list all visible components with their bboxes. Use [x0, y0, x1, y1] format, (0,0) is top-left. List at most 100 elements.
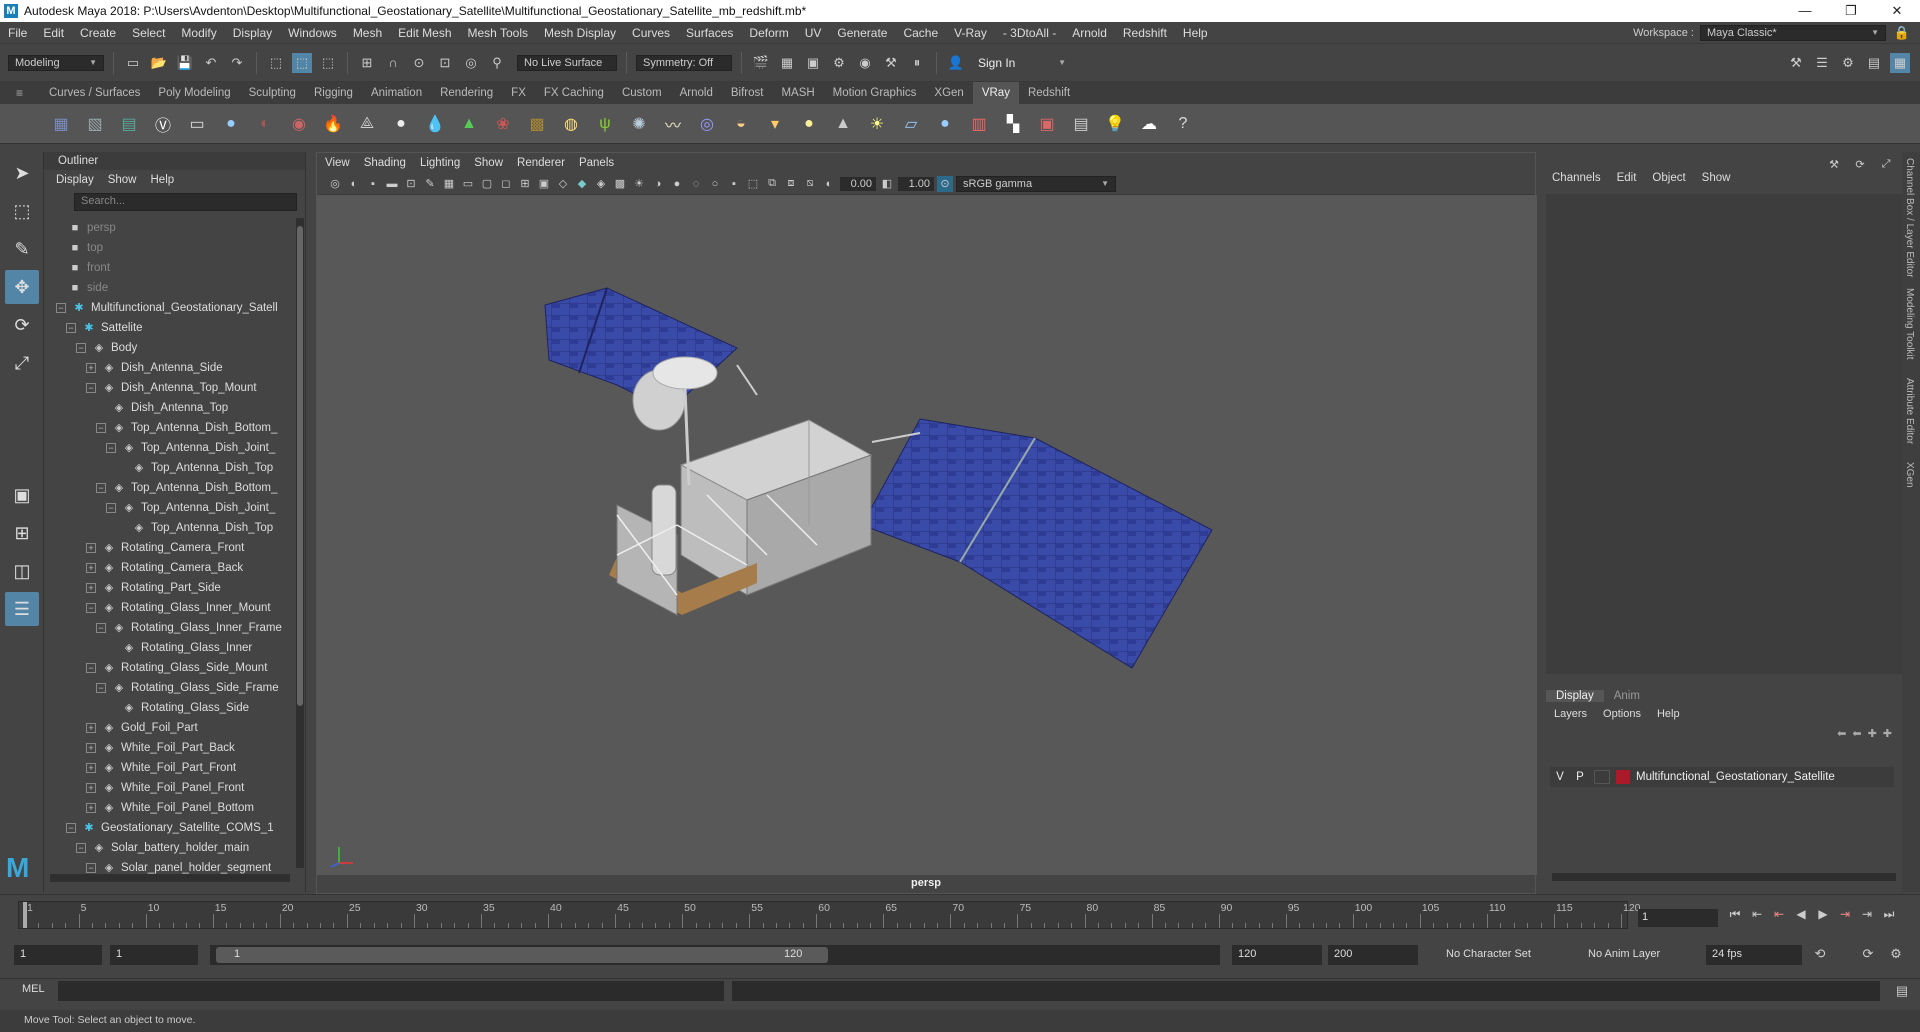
menu-modify[interactable]: Modify [173, 26, 224, 40]
modeling-toolkit-icon[interactable]: ⚒ [1786, 53, 1806, 73]
vray-disc-icon[interactable]: ● [794, 109, 824, 139]
outliner-row[interactable]: ◈ Top_Antenna_Dish_Top [44, 518, 294, 538]
outliner-search-input[interactable]: Search... [74, 193, 297, 211]
viewport-menu-lighting[interactable]: Lighting [420, 157, 460, 169]
vray-logo-icon[interactable]: Ⓥ [148, 109, 178, 139]
viewport-menu-renderer[interactable]: Renderer [517, 157, 565, 169]
step-forward-key-icon[interactable]: ⇥ [1858, 907, 1876, 922]
outliner-row[interactable]: ■ persp [44, 218, 294, 238]
select-tool-icon[interactable]: ➤ [5, 156, 39, 190]
shelf-tab-rendering[interactable]: Rendering [431, 82, 502, 104]
lasso-tool-icon[interactable]: ⬚ [5, 194, 39, 228]
vray-water-icon[interactable]: 💧 [420, 109, 450, 139]
wireframe-icon[interactable]: ◇ [555, 176, 571, 192]
new-scene-icon[interactable]: ▭ [123, 53, 143, 73]
expand-toggle-icon[interactable]: + [86, 562, 96, 573]
outliner-row[interactable]: + ◈ Rotating_Part_Side [44, 578, 294, 598]
new-layer-selected-icon[interactable]: ✚ [1883, 727, 1892, 740]
2d-pan-zoom-icon[interactable]: ⊡ [403, 176, 419, 192]
vray-gear-icon[interactable]: ✺ [624, 109, 654, 139]
step-forward-frame-icon[interactable]: ⇥ [1836, 907, 1854, 922]
select-hierarchy-icon[interactable]: ⬚ [266, 53, 286, 73]
live-surface-dropdown[interactable]: No Live Surface [517, 54, 617, 71]
expand-toggle-icon[interactable]: + [86, 542, 96, 553]
vray-fur-icon[interactable]: ❀ [488, 109, 518, 139]
vray-table-icon[interactable]: ▤ [1066, 109, 1096, 139]
expand-toggle-icon[interactable]: − [106, 442, 116, 453]
bookmark-icon[interactable]: ▪ [365, 176, 381, 192]
vray-sphere-icon[interactable]: ● [216, 109, 246, 139]
expand-toggle-icon[interactable]: − [86, 662, 96, 673]
render-settings-icon[interactable]: ⚙ [829, 53, 849, 73]
outliner-row[interactable]: ◈ Top_Antenna_Dish_Top [44, 458, 294, 478]
layer-tab-anim[interactable]: Anim [1604, 690, 1650, 702]
outliner-menu-help[interactable]: Help [151, 174, 175, 186]
isolate-select-icon[interactable]: ● [669, 176, 685, 192]
symmetry-dropdown[interactable]: Symmetry: Off [636, 54, 732, 71]
vray-objects-icon[interactable]: ▦ [46, 109, 76, 139]
outliner-row[interactable]: − ◈ Top_Antenna_Dish_Bottom_ [44, 418, 294, 438]
expand-toggle-icon[interactable]: − [96, 682, 106, 693]
menu-mesh-tools[interactable]: Mesh Tools [460, 26, 536, 40]
help-icon[interactable]: ? [1168, 109, 1198, 139]
render-view-icon[interactable]: 🎬 [751, 53, 771, 73]
aa-icon[interactable]: ⬚ [745, 176, 761, 192]
sign-in-button[interactable]: Sign In ▼ [972, 54, 1072, 71]
expand-toggle-icon[interactable]: + [86, 742, 96, 753]
minimize-button[interactable]: — [1782, 3, 1828, 19]
layer-row[interactable]: V P Multifunctional_Geostationary_Satell… [1550, 767, 1894, 787]
backface-culling-icon[interactable]: ▪ [726, 176, 742, 192]
resolution-gate-icon[interactable]: ▢ [479, 176, 495, 192]
shelf-tab-sculpting[interactable]: Sculpting [240, 82, 305, 104]
layer-reference-toggle[interactable] [1594, 770, 1610, 784]
channel-box-refresh-icon[interactable]: ⟳ [1850, 154, 1870, 174]
grid-icon[interactable]: ▦ [441, 176, 457, 192]
animation-end-field[interactable]: 200 [1328, 945, 1418, 965]
menu-cache[interactable]: Cache [895, 26, 946, 40]
two-pane-layout-icon[interactable]: ◫ [5, 554, 39, 588]
shelf-tab-mash[interactable]: MASH [772, 82, 823, 104]
vray-ball-icon[interactable]: ● [930, 109, 960, 139]
expand-toggle-icon[interactable]: − [66, 822, 76, 833]
select-object-icon[interactable]: ⬚ [292, 52, 312, 73]
shelf-tab-fx-caching[interactable]: FX Caching [535, 82, 613, 104]
layer-menu-layers[interactable]: Layers [1554, 708, 1587, 720]
outliner-menu-show[interactable]: Show [108, 174, 137, 186]
vray-checker-icon[interactable]: ▚ [998, 109, 1028, 139]
expand-toggle-icon[interactable]: + [86, 362, 96, 373]
vray-render-icon[interactable]: ▣ [1032, 109, 1062, 139]
color-management-icon[interactable]: ⊙ [937, 175, 953, 192]
redo-icon[interactable]: ↷ [227, 53, 247, 73]
go-to-start-icon[interactable]: ⏮ [1726, 907, 1744, 922]
menu-help[interactable]: Help [1175, 26, 1216, 40]
snap-curve-icon[interactable]: ∩ [383, 53, 403, 73]
vray-light-icon[interactable]: 💡 [1100, 109, 1130, 139]
layer-visibility-toggle[interactable]: V [1550, 771, 1570, 783]
outliner-row[interactable]: − ◈ Rotating_Glass_Inner_Mount [44, 598, 294, 618]
menu-mesh[interactable]: Mesh [345, 26, 390, 40]
layer-tab-display[interactable]: Display [1546, 690, 1604, 702]
channel-menu-edit[interactable]: Edit [1617, 172, 1637, 192]
expand-toggle-icon[interactable] [106, 703, 116, 713]
shelf-tab-arnold[interactable]: Arnold [671, 82, 722, 104]
four-view-layout-icon[interactable]: ⊞ [5, 516, 39, 550]
wireframe-on-shaded-icon[interactable]: ◈ [593, 176, 609, 192]
snap-live-icon[interactable]: ⚲ [487, 53, 507, 73]
outliner-row[interactable]: ■ side [44, 278, 294, 298]
range-bar[interactable]: 1 120 [210, 945, 1220, 965]
outliner-row[interactable]: + ◈ White_Foil_Part_Front [44, 758, 294, 778]
ssao-icon[interactable]: ⧈ [783, 176, 799, 192]
menu-generate[interactable]: Generate [829, 26, 895, 40]
tool-settings-icon[interactable]: ⚙ [1838, 53, 1858, 73]
render-frame-icon[interactable]: ▦ [777, 53, 797, 73]
select-component-icon[interactable]: ⬚ [318, 53, 338, 73]
field-chart-icon[interactable]: ⊞ [517, 176, 533, 192]
expand-toggle-icon[interactable]: − [76, 342, 86, 353]
outliner-row[interactable]: + ◈ Dish_Antenna_Side [44, 358, 294, 378]
outliner-row[interactable]: − ◈ Dish_Antenna_Top_Mount [44, 378, 294, 398]
outliner-row[interactable]: − ◈ Top_Antenna_Dish_Joint_ [44, 438, 294, 458]
outliner-row[interactable]: − ✱ Sattelite [44, 318, 294, 338]
menu-set-dropdown[interactable]: Modeling ▼ [8, 54, 104, 71]
vray-curve-icon[interactable]: 〰 [658, 109, 688, 139]
outliner-row[interactable]: − ◈ Body [44, 338, 294, 358]
